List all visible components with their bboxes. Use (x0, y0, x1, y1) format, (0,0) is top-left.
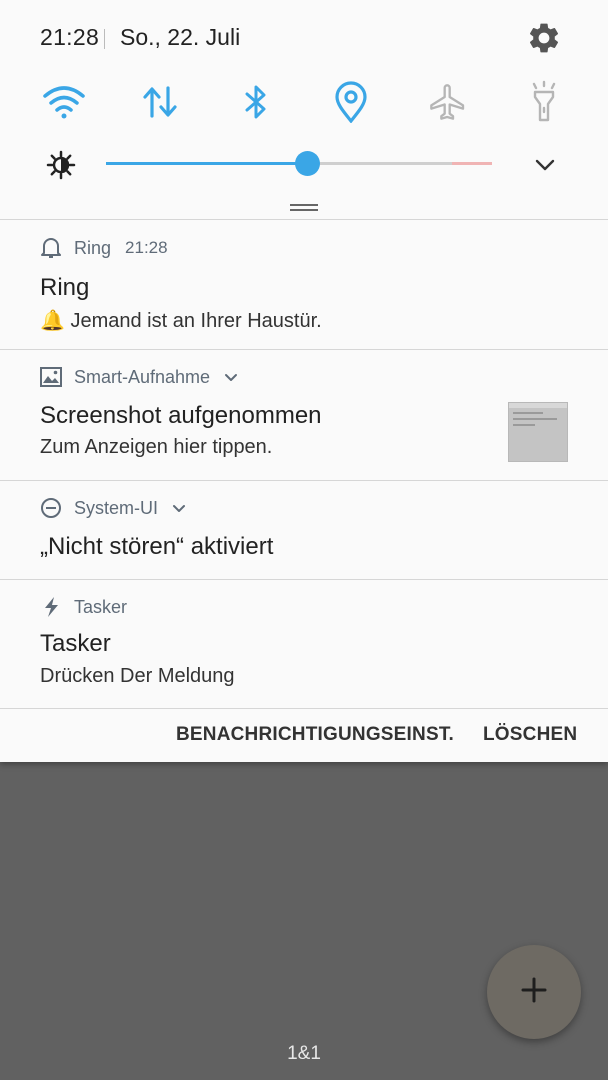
chevron-down-icon[interactable] (170, 499, 188, 517)
chevron-down-icon[interactable] (532, 152, 558, 178)
brightness-row (0, 140, 608, 188)
notification-title: „Nicht stören“ aktiviert (40, 533, 274, 560)
notification-text: 🔔 Jemand ist an Ihrer Haustür. (40, 310, 322, 332)
notification-title: Tasker (40, 630, 111, 657)
notification-ring[interactable]: Ring 21:28 Ring 🔔 Jemand ist an Ihrer Ha… (0, 220, 608, 349)
notification-text: Zum Anzeigen hier tippen. (40, 436, 273, 458)
notification-app-name: System-UI (74, 497, 159, 518)
status-bar: 21:28 So., 22. Juli (0, 0, 608, 78)
airplane-mode-icon[interactable] (424, 78, 472, 126)
bolt-icon (40, 596, 62, 618)
screenshot-thumbnail[interactable] (508, 402, 568, 462)
divider (0, 708, 608, 709)
clear-all-button[interactable]: LÖSCHEN (483, 724, 577, 746)
wifi-icon[interactable] (40, 78, 88, 126)
flashlight-icon[interactable] (520, 78, 568, 126)
notification-text: Drücken Der Meldung (40, 665, 235, 687)
do-not-disturb-icon (40, 497, 62, 519)
notification-title: Screenshot aufgenommen (40, 402, 322, 429)
carrier-label: 1&1 (287, 1043, 321, 1064)
plus-icon (519, 975, 549, 1010)
notification-app-name: Smart-Aufnahme (74, 366, 211, 387)
brightness-track-warning (452, 162, 492, 165)
location-icon[interactable] (327, 78, 375, 126)
brightness-icon (46, 150, 76, 180)
notification-tasker[interactable]: Tasker Tasker Drücken Der Meldung (0, 580, 608, 708)
image-icon (40, 366, 62, 388)
mobile-data-icon[interactable] (136, 78, 184, 126)
notification-app-name: Tasker (74, 596, 128, 617)
bell-icon (40, 237, 62, 259)
add-button[interactable] (487, 945, 581, 1039)
gear-icon[interactable] (526, 20, 562, 56)
bluetooth-icon[interactable] (232, 78, 280, 126)
notification-system-ui[interactable]: System-UI „Nicht stören“ aktiviert (0, 481, 608, 579)
brightness-fill (106, 162, 307, 165)
date: So., 22. Juli (120, 24, 241, 50)
notification-actions: BENACHRICHTIGUNGSEINST. LÖSCHEN (0, 710, 608, 762)
brightness-slider-thumb[interactable] (295, 151, 320, 176)
notification-shade: 21:28 So., 22. Juli Ring 21:28 Ring 🔔 Je… (0, 0, 608, 762)
notification-time: 21:28 (125, 238, 168, 257)
drag-handle[interactable] (290, 204, 318, 212)
separator (104, 29, 105, 49)
chevron-down-icon[interactable] (222, 368, 240, 386)
notification-title: Ring (40, 274, 90, 301)
notification-settings-button[interactable]: BENACHRICHTIGUNGSEINST. (176, 724, 454, 746)
notification-app-name: Ring (74, 237, 112, 258)
clock: 21:28 (40, 24, 100, 50)
quick-settings-row (0, 78, 608, 128)
